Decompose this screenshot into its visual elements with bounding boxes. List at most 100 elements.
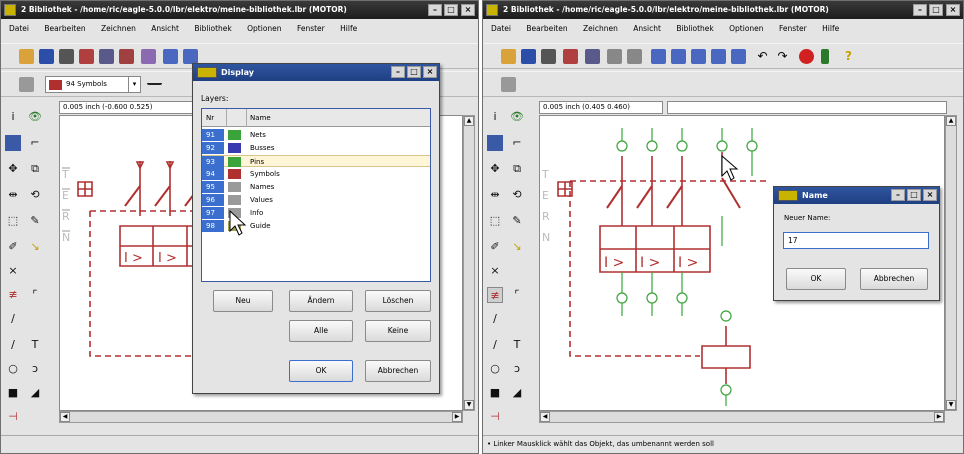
layer-row[interactable]: 94 Symbols xyxy=(202,168,430,180)
arc-icon[interactable]: ↄ xyxy=(509,361,525,377)
layer-row[interactable]: 92 Busses xyxy=(202,142,430,154)
menu-bearbeiten[interactable]: Bearbeiten xyxy=(526,21,567,37)
save-icon[interactable] xyxy=(39,49,54,64)
mirror-icon[interactable]: ⇹ xyxy=(487,187,503,203)
cancel-button[interactable]: Abbrechen xyxy=(365,360,431,382)
script-icon[interactable] xyxy=(119,49,134,64)
help-icon[interactable]: ? xyxy=(841,49,856,64)
minimize-icon[interactable]: – xyxy=(913,4,927,16)
dialog-maximize-icon[interactable]: □ xyxy=(907,189,921,201)
delete-icon[interactable]: × xyxy=(487,263,503,279)
cam-icon[interactable] xyxy=(79,49,94,64)
scroll-right-arrow-icon[interactable]: ▶ xyxy=(934,412,944,422)
name-icon[interactable]: ≢ xyxy=(487,287,503,303)
display-dialog-title-bar[interactable]: Display – □ × xyxy=(193,64,439,81)
name-dialog-title-bar[interactable]: Name – □ × xyxy=(774,187,939,204)
menu-fenster[interactable]: Fenster xyxy=(297,21,325,37)
copy-icon[interactable]: ⧉ xyxy=(509,161,525,177)
menu-bibliothek[interactable]: Bibliothek xyxy=(676,21,713,37)
menu-zeichnen[interactable]: Zeichnen xyxy=(101,21,136,37)
split-icon[interactable]: ∕ xyxy=(5,311,21,327)
dialog-close-icon[interactable]: × xyxy=(923,189,937,201)
scroll-left-arrow-icon[interactable]: ◀ xyxy=(60,412,70,422)
dialog-maximize-icon[interactable]: □ xyxy=(407,66,421,78)
zoom-select-icon[interactable] xyxy=(711,49,726,64)
pin-icon[interactable]: ⊣ xyxy=(5,409,21,425)
zoom-in-icon[interactable] xyxy=(183,49,198,64)
layer-row[interactable]: 96 Values xyxy=(202,194,430,206)
copy-icon[interactable]: ⧉ xyxy=(27,161,43,177)
new-name-input[interactable]: 17 xyxy=(783,232,929,249)
select-none-button[interactable]: Keine xyxy=(365,320,431,342)
right-command-line[interactable] xyxy=(667,101,947,114)
script-icon[interactable] xyxy=(607,49,622,64)
menu-hilfe[interactable]: Hilfe xyxy=(822,21,839,37)
layer-row[interactable]: 93 Pins xyxy=(202,155,430,168)
rotate-icon[interactable]: ⟲ xyxy=(509,187,525,203)
display-icon[interactable] xyxy=(487,135,503,151)
polygon-icon[interactable]: ◢ xyxy=(509,385,525,401)
scroll-down-arrow-icon[interactable]: ▼ xyxy=(464,400,474,410)
name-cancel-button[interactable]: Abbrechen xyxy=(860,268,928,290)
minimize-icon[interactable]: – xyxy=(428,4,442,16)
ok-button[interactable]: OK xyxy=(289,360,353,382)
text-icon[interactable]: T xyxy=(509,337,525,353)
ulp-icon[interactable] xyxy=(627,49,642,64)
save-icon[interactable] xyxy=(521,49,536,64)
new-layer-button[interactable]: Neu xyxy=(213,290,273,312)
delete-layer-button[interactable]: Löschen xyxy=(365,290,431,312)
zoom-in-icon[interactable] xyxy=(671,49,686,64)
show-icon[interactable]: 👁 xyxy=(27,109,43,125)
scroll-right-arrow-icon[interactable]: ▶ xyxy=(452,412,462,422)
left-title-bar[interactable]: 2 Bibliothek - /home/ric/eagle-5.0.0/lbr… xyxy=(1,1,478,19)
col-nr-header[interactable]: Nr xyxy=(206,109,214,127)
print-icon[interactable] xyxy=(59,49,74,64)
left-vertical-scrollbar[interactable]: ▲ ▼ xyxy=(463,115,475,411)
undo-icon[interactable]: ↶ xyxy=(755,49,770,64)
scroll-up-arrow-icon[interactable]: ▲ xyxy=(946,116,956,126)
line-icon[interactable]: ∕ xyxy=(5,337,21,353)
circle-icon[interactable]: ○ xyxy=(487,361,503,377)
redo-icon[interactable]: ↷ xyxy=(775,49,790,64)
change-icon[interactable]: ✎ xyxy=(509,213,525,229)
zoom-fit-icon[interactable] xyxy=(651,49,666,64)
rect-icon[interactable]: ■ xyxy=(5,385,21,401)
text-icon[interactable]: T xyxy=(27,337,43,353)
maximize-icon[interactable]: □ xyxy=(929,4,943,16)
wire-icon[interactable]: ↘ xyxy=(27,239,43,255)
polygon-icon[interactable]: ◢ xyxy=(27,385,43,401)
right-horizontal-scrollbar[interactable]: ◀ ▶ xyxy=(539,411,945,423)
grid-icon[interactable] xyxy=(19,77,34,92)
menu-hilfe[interactable]: Hilfe xyxy=(340,21,357,37)
open-icon[interactable] xyxy=(19,49,34,64)
paste-icon[interactable]: ✐ xyxy=(487,239,503,255)
menu-ansicht[interactable]: Ansicht xyxy=(151,21,179,37)
zoom-fit-icon[interactable] xyxy=(163,49,178,64)
print-icon[interactable] xyxy=(541,49,556,64)
group-icon[interactable]: ⬚ xyxy=(5,213,21,229)
split-icon[interactable]: ∕ xyxy=(487,311,503,327)
maximize-icon[interactable]: □ xyxy=(444,4,458,16)
pin-icon[interactable]: ⊣ xyxy=(487,409,503,425)
right-vertical-scrollbar[interactable]: ▲ ▼ xyxy=(945,115,957,411)
circle-icon[interactable]: ○ xyxy=(5,361,21,377)
wire-bend-icon[interactable] xyxy=(147,77,162,85)
zoom-out-icon[interactable] xyxy=(691,49,706,64)
dialog-close-icon[interactable]: × xyxy=(423,66,437,78)
rotate-icon[interactable]: ⟲ xyxy=(27,187,43,203)
move-icon[interactable]: ✥ xyxy=(487,161,503,177)
left-horizontal-scrollbar[interactable]: ◀ ▶ xyxy=(59,411,463,423)
name-ok-button[interactable]: OK xyxy=(786,268,846,290)
menu-datei[interactable]: Datei xyxy=(491,21,511,37)
group-icon[interactable]: ⬚ xyxy=(487,213,503,229)
info-icon[interactable]: i xyxy=(487,109,503,125)
scroll-up-arrow-icon[interactable]: ▲ xyxy=(464,116,474,126)
layer-row[interactable]: 95 Names xyxy=(202,181,430,193)
move-icon[interactable]: ✥ xyxy=(5,161,21,177)
add-icon[interactable]: ≢ xyxy=(5,287,21,303)
board-icon[interactable] xyxy=(99,49,114,64)
paste-icon[interactable]: ✐ xyxy=(5,239,21,255)
scroll-down-arrow-icon[interactable]: ▼ xyxy=(946,400,956,410)
info-icon[interactable]: i xyxy=(5,109,21,125)
menu-zeichnen[interactable]: Zeichnen xyxy=(583,21,618,37)
